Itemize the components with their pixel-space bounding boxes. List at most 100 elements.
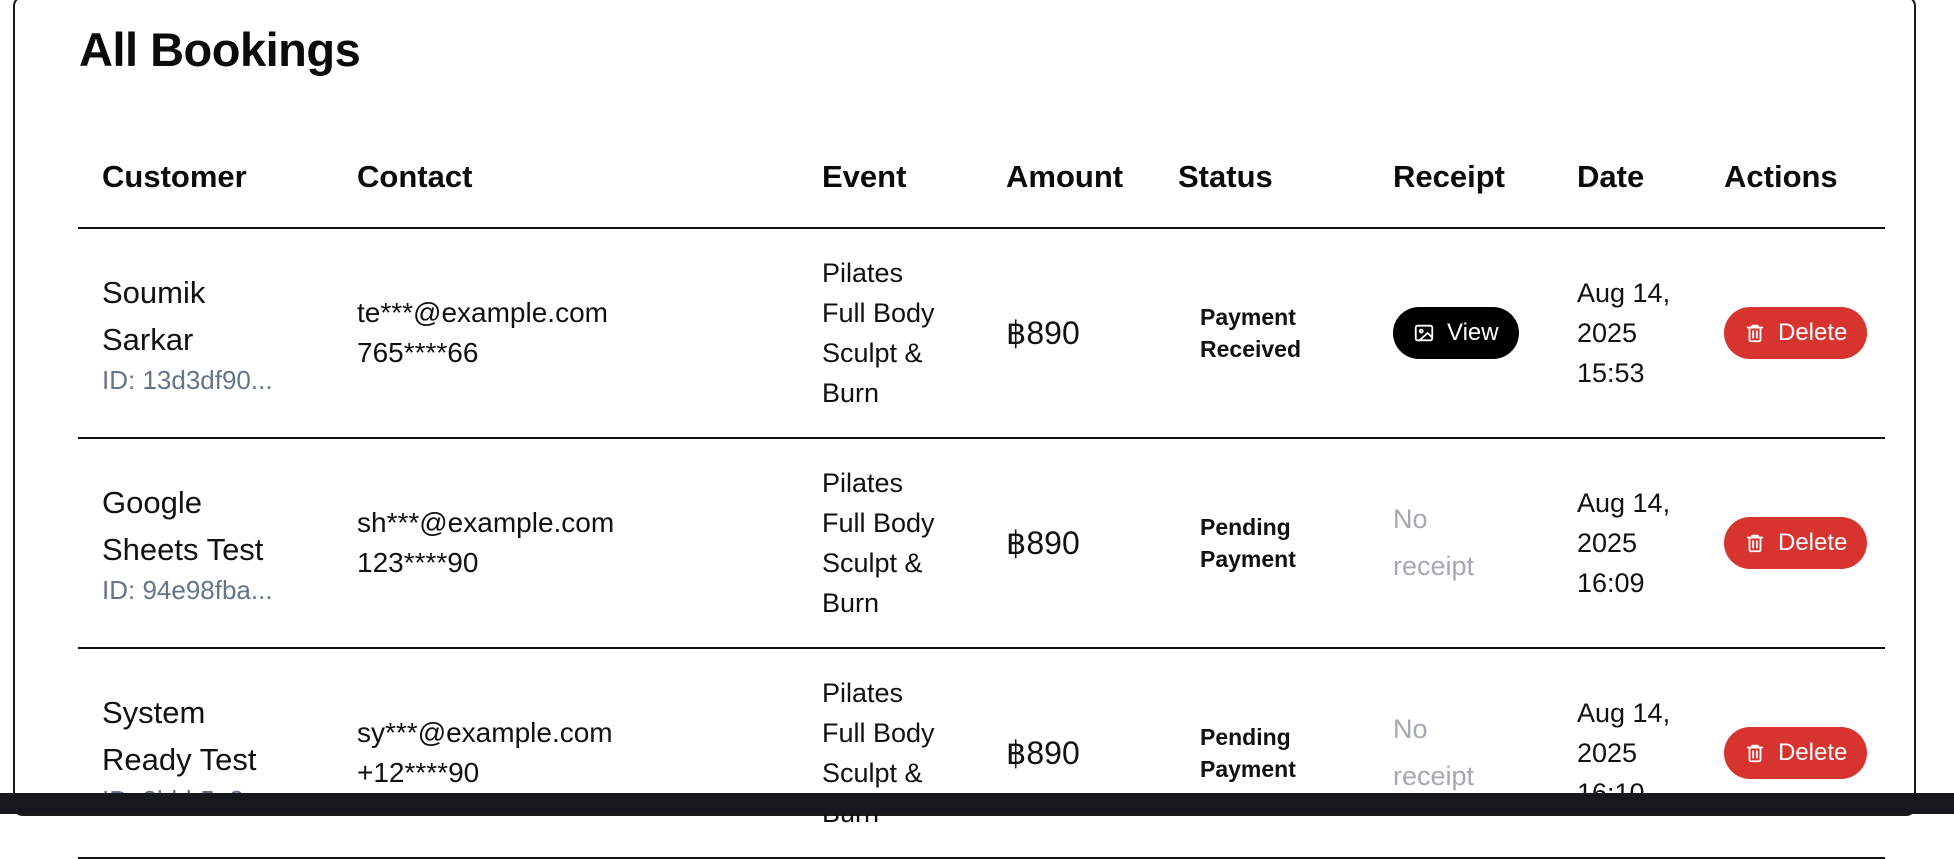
contact-cell: te***@example.com 765****66 — [333, 228, 798, 439]
view-receipt-label: View — [1447, 319, 1499, 346]
image-icon — [1413, 322, 1435, 344]
amount-cell: ฿890 — [982, 228, 1154, 439]
table-row: System Ready Test ID: 3bbb5a3e sy***@exa… — [78, 648, 1885, 859]
amount-cell: ฿890 — [982, 438, 1154, 649]
actions-cell: Delete — [1700, 648, 1885, 859]
date-line: 16:09 — [1577, 568, 1645, 598]
event-line: Sculpt & — [822, 548, 923, 578]
no-receipt-line: receipt — [1393, 761, 1475, 791]
date-line: Aug 14, — [1577, 698, 1671, 728]
trash-icon — [1744, 742, 1766, 764]
column-header-event: Event — [798, 133, 982, 229]
contact-cell: sh***@example.com 123****90 — [333, 438, 798, 649]
status-badge: Pending Payment — [1178, 511, 1345, 575]
date-cell: Aug 14, 2025 16:10 — [1553, 648, 1700, 859]
contact-phone: 765****66 — [357, 337, 479, 368]
column-header-date: Date — [1553, 133, 1700, 229]
trash-icon — [1744, 322, 1766, 344]
status-line: Pending — [1200, 724, 1291, 750]
bookings-card: All Bookings Customer Contact Event Amou… — [13, 0, 1916, 859]
customer-cell: Soumik Sarkar ID: 13d3df90... — [78, 228, 333, 439]
delete-label: Delete — [1778, 739, 1848, 766]
event-line: Burn — [822, 378, 880, 408]
trash-icon — [1744, 532, 1766, 554]
contact-cell: sy***@example.com +12****90 — [333, 648, 798, 859]
date-cell: Aug 14, 2025 15:53 — [1553, 228, 1700, 439]
contact-email: sh***@example.com — [357, 507, 615, 538]
no-receipt-line: No — [1393, 504, 1428, 534]
no-receipt-line: No — [1393, 714, 1428, 744]
customer-name-last: Sarkar — [102, 322, 194, 357]
column-header-status: Status — [1154, 133, 1369, 229]
table-header-row: Customer Contact Event Amount Status Rec… — [78, 133, 1885, 229]
delete-button[interactable]: Delete — [1724, 517, 1868, 569]
status-line: Payment — [1200, 304, 1296, 330]
customer-name-first: Soumik — [102, 275, 206, 310]
customer-name-first: System — [102, 695, 206, 730]
event-cell: Pilates Full Body Sculpt & Burn — [798, 438, 982, 649]
customer-id: ID: 94e98fba... — [102, 575, 273, 605]
receipt-cell: No receipt — [1369, 648, 1553, 859]
delete-button[interactable]: Delete — [1724, 727, 1868, 779]
status-badge: Pending Payment — [1178, 721, 1345, 785]
actions-cell: Delete — [1700, 438, 1885, 649]
page-title: All Bookings — [79, 23, 361, 76]
customer-cell: Google Sheets Test ID: 94e98fba... — [78, 438, 333, 649]
amount-cell: ฿890 — [982, 648, 1154, 859]
date-line: 15:53 — [1577, 358, 1645, 388]
table-row: Soumik Sarkar ID: 13d3df90... te***@exam… — [78, 228, 1885, 439]
delete-label: Delete — [1778, 319, 1848, 346]
column-header-receipt: Receipt — [1369, 133, 1553, 229]
contact-email: sy***@example.com — [357, 717, 613, 748]
date-line: 2025 — [1577, 318, 1638, 348]
event-cell: Pilates Full Body Sculpt & Burn — [798, 228, 982, 439]
date-line: 2025 — [1577, 528, 1638, 558]
status-line: Payment — [1200, 546, 1296, 572]
date-line: 2025 — [1577, 738, 1638, 768]
no-receipt-text: No receipt — [1393, 496, 1529, 590]
event-line: Full Body — [822, 298, 935, 328]
event-line: Pilates — [822, 678, 904, 708]
status-line: Pending — [1200, 514, 1291, 540]
customer-id: ID: 13d3df90... — [102, 365, 273, 395]
no-receipt-line: receipt — [1393, 551, 1475, 581]
contact-email: te***@example.com — [357, 297, 608, 328]
view-receipt-button[interactable]: View — [1393, 307, 1519, 359]
no-receipt-text: No receipt — [1393, 706, 1529, 800]
event-line: Full Body — [822, 718, 935, 748]
date-cell: Aug 14, 2025 16:09 — [1553, 438, 1700, 649]
customer-cell: System Ready Test ID: 3bbb5a3e — [78, 648, 333, 859]
delete-button[interactable]: Delete — [1724, 307, 1868, 359]
bottom-bar — [0, 793, 1954, 814]
column-header-actions: Actions — [1700, 133, 1885, 229]
table-row: Google Sheets Test ID: 94e98fba... sh***… — [78, 438, 1885, 649]
contact-phone: 123****90 — [357, 547, 479, 578]
event-line: Pilates — [822, 468, 904, 498]
receipt-cell: View — [1369, 228, 1553, 439]
status-badge: Payment Received — [1178, 301, 1345, 365]
date-line: Aug 14, — [1577, 278, 1671, 308]
receipt-cell: No receipt — [1369, 438, 1553, 649]
status-line: Received — [1200, 336, 1302, 362]
event-line: Sculpt & — [822, 338, 923, 368]
bookings-table: Customer Contact Event Amount Status Rec… — [78, 133, 1885, 859]
customer-name-last: Sheets Test — [102, 532, 264, 567]
event-line: Pilates — [822, 258, 904, 288]
event-cell: Pilates Full Body Sculpt & Burn — [798, 648, 982, 859]
status-cell: Pending Payment — [1154, 648, 1369, 859]
customer-name-last: Ready Test — [102, 742, 257, 777]
event-line: Burn — [822, 588, 880, 618]
event-line: Sculpt & — [822, 758, 923, 788]
status-cell: Payment Received — [1154, 228, 1369, 439]
column-header-amount: Amount — [982, 133, 1154, 229]
column-header-contact: Contact — [333, 133, 798, 229]
status-cell: Pending Payment — [1154, 438, 1369, 649]
status-line: Payment — [1200, 756, 1296, 782]
contact-phone: +12****90 — [357, 757, 480, 788]
delete-label: Delete — [1778, 529, 1848, 556]
customer-name-first: Google — [102, 485, 202, 520]
column-header-customer: Customer — [78, 133, 333, 229]
event-line: Full Body — [822, 508, 935, 538]
date-line: Aug 14, — [1577, 488, 1671, 518]
actions-cell: Delete — [1700, 228, 1885, 439]
